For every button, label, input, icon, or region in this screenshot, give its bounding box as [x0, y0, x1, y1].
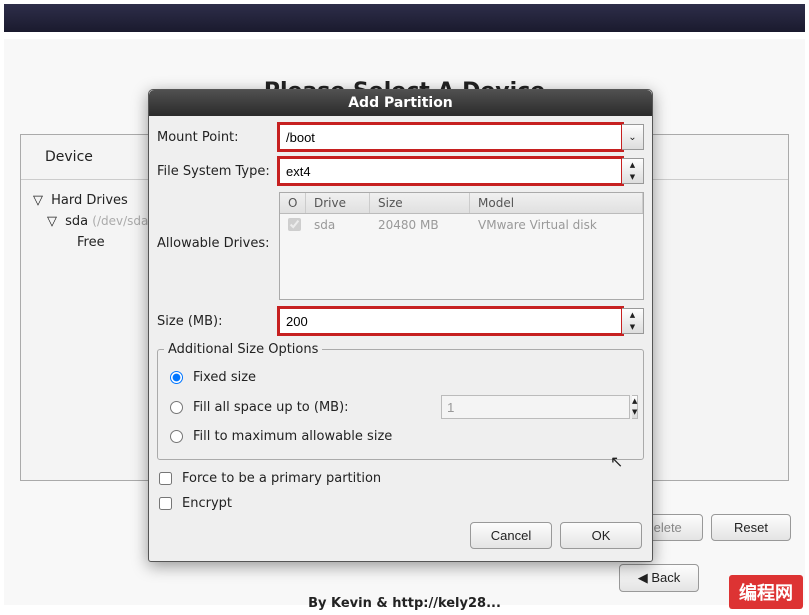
- add-partition-dialog: Add Partition Mount Point: ⌄ File System…: [148, 89, 653, 562]
- ok-button[interactable]: OK: [560, 522, 642, 549]
- row-size: Size (MB): ▲▼: [157, 308, 644, 334]
- spin-buttons: ▲▼: [632, 395, 638, 419]
- cell-drive: sda: [306, 214, 370, 238]
- check-primary[interactable]: Force to be a primary partition: [157, 466, 644, 491]
- footer-credit: By Kevin & http://kely28...: [0, 596, 809, 611]
- radio-fill-max[interactable]: Fill to maximum allowable size: [168, 424, 633, 449]
- back-button-wrap: ◀ Back: [619, 564, 699, 592]
- label-allowable: Allowable Drives:: [157, 192, 279, 251]
- checkbox-input[interactable]: [159, 497, 172, 510]
- back-label: Back: [651, 570, 680, 585]
- arrow-left-icon: ◀: [638, 570, 652, 585]
- fill-up-to-value: [441, 395, 630, 419]
- check-label: Encrypt: [182, 496, 232, 511]
- allowable-drives-table[interactable]: O Drive Size Model sda 20480 MB VMware V…: [279, 192, 644, 300]
- label-size: Size (MB):: [157, 314, 279, 329]
- tree-label: Hard Drives: [51, 193, 128, 208]
- col-model: Model: [470, 193, 643, 213]
- cell-model: VMware Virtual disk: [470, 214, 643, 238]
- cancel-button[interactable]: Cancel: [470, 522, 552, 549]
- check-label: Force to be a primary partition: [182, 471, 381, 486]
- dialog-body: Mount Point: ⌄ File System Type: ▲▼ Allo…: [149, 116, 652, 561]
- col-size: Size: [370, 193, 470, 213]
- expand-icon[interactable]: ▽: [33, 193, 43, 208]
- size-options-legend: Additional Size Options: [164, 342, 322, 357]
- radio-fixed-size[interactable]: Fixed size: [168, 365, 633, 390]
- check-encrypt[interactable]: Encrypt: [157, 491, 644, 516]
- tree-label: sda: [65, 214, 88, 229]
- row-mount-point: Mount Point: ⌄: [157, 124, 644, 150]
- dialog-title: Add Partition: [149, 90, 652, 116]
- expand-icon[interactable]: ▽: [47, 214, 57, 229]
- checkbox-input[interactable]: [159, 472, 172, 485]
- spin-buttons[interactable]: ▲▼: [622, 158, 644, 184]
- table-header: O Drive Size Model: [280, 193, 643, 214]
- mount-point-combo[interactable]: [279, 124, 622, 150]
- row-fs-type: File System Type: ▲▼: [157, 158, 644, 184]
- radio-input[interactable]: [170, 430, 183, 443]
- radio-label: Fixed size: [193, 370, 256, 385]
- label-mount-point: Mount Point:: [157, 130, 279, 145]
- back-button[interactable]: ◀ Back: [619, 564, 699, 592]
- row-allowable-drives: Allowable Drives: O Drive Size Model sda…: [157, 192, 644, 300]
- cell-size: 20480 MB: [370, 214, 470, 238]
- chevron-down-icon[interactable]: ⌄: [622, 124, 644, 150]
- radio-label: Fill all space up to (MB):: [193, 400, 349, 415]
- fs-type-combo[interactable]: [279, 158, 622, 184]
- table-body: sda 20480 MB VMware Virtual disk: [280, 214, 643, 299]
- col-drive: Drive: [306, 193, 370, 213]
- radio-label: Fill to maximum allowable size: [193, 429, 392, 444]
- top-panel-bar: [4, 4, 805, 32]
- reset-button[interactable]: Reset: [711, 514, 791, 541]
- size-field[interactable]: [279, 308, 622, 334]
- dialog-button-row: Cancel OK: [157, 516, 644, 551]
- spin-buttons[interactable]: ▲▼: [622, 308, 644, 334]
- drive-checkbox[interactable]: [288, 218, 301, 231]
- radio-input[interactable]: [170, 401, 183, 414]
- table-row[interactable]: sda 20480 MB VMware Virtual disk: [280, 214, 643, 238]
- size-options-group: Additional Size Options Fixed size Fill …: [157, 342, 644, 460]
- site-logo: 编程网: [729, 575, 803, 609]
- label-fs-type: File System Type:: [157, 164, 279, 179]
- tree-sublabel: (/dev/sda): [92, 214, 153, 228]
- col-check: O: [280, 193, 306, 213]
- tree-label: Free: [77, 235, 105, 250]
- radio-fill-up-to[interactable]: Fill all space up to (MB): ▲▼: [168, 390, 633, 424]
- radio-input[interactable]: [170, 371, 183, 384]
